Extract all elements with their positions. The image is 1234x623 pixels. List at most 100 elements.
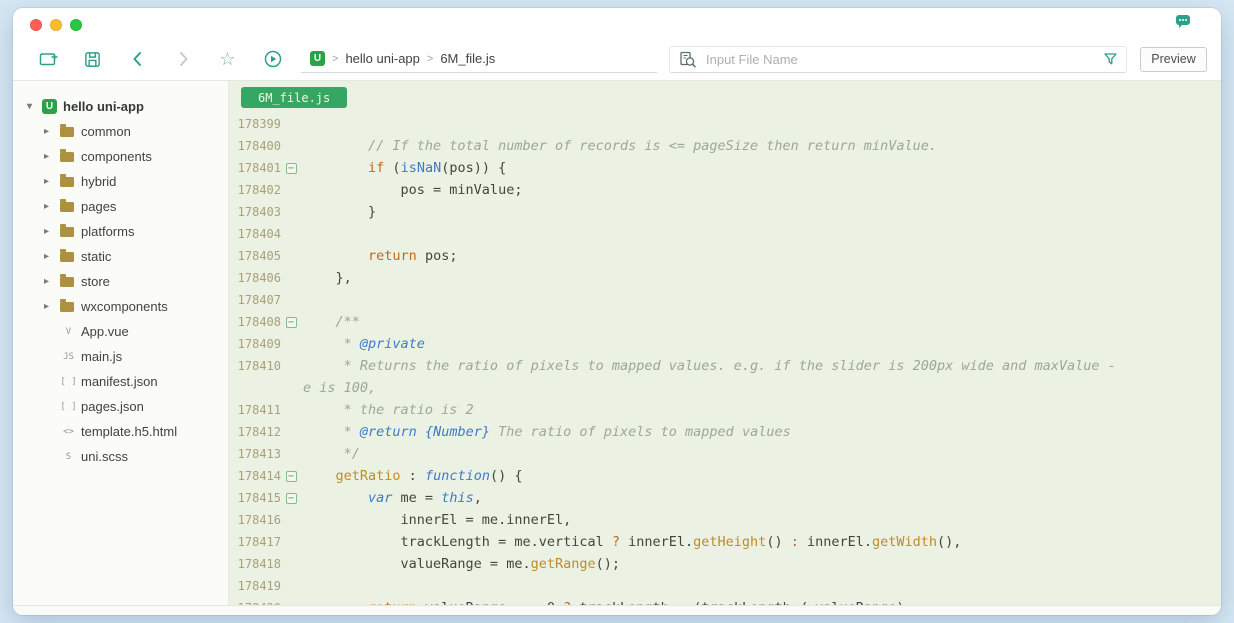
tree-item-label: store xyxy=(81,274,110,289)
chevron-right-icon[interactable]: ▸ xyxy=(44,226,59,237)
tree-item-wxcomponents[interactable]: ▸ wxcomponents xyxy=(13,294,228,319)
tree-item-static[interactable]: ▸static xyxy=(13,244,228,269)
chevron-right-icon[interactable]: ▸ xyxy=(44,126,59,137)
tree-item-main-js[interactable]: JSmain.js xyxy=(13,344,228,369)
code-line: 178411 * the ratio is 2 xyxy=(229,399,1221,421)
folder-icon xyxy=(60,127,74,137)
fold-marker-icon[interactable] xyxy=(281,471,301,482)
back-button[interactable] xyxy=(115,42,160,76)
filter-icon[interactable] xyxy=(1103,52,1118,66)
line-number: 178412 xyxy=(229,425,281,439)
tree-item-label: wxcomponents xyxy=(81,299,168,314)
save-button[interactable] xyxy=(70,42,115,76)
tree-item-components[interactable]: ▸ components xyxy=(13,144,228,169)
tree-item-hybrid[interactable]: ▸ hybrid xyxy=(13,169,228,194)
uniapp-logo-icon: U xyxy=(42,99,57,114)
json-file-icon: [ ] xyxy=(60,402,77,412)
star-icon: ☆ xyxy=(219,50,235,68)
app-window: ☆ U > hello uni-app > 6M_file.js xyxy=(13,8,1221,615)
line-number: 178417 xyxy=(229,535,281,549)
minimize-button[interactable] xyxy=(50,19,62,31)
line-number: 178415 xyxy=(229,491,281,505)
tree-item-label: pages xyxy=(81,199,116,214)
code-text[interactable]: * @private xyxy=(301,336,425,352)
fold-marker-icon[interactable] xyxy=(281,317,301,328)
line-number: 178413 xyxy=(229,447,281,461)
traffic-lights xyxy=(30,19,82,31)
tree-item-pages[interactable]: ▸ pages xyxy=(13,194,228,219)
breadcrumb-file[interactable]: 6M_file.js xyxy=(440,51,495,66)
line-number: 178411 xyxy=(229,403,281,417)
code-text[interactable]: * @return {Number} The ratio of pixels t… xyxy=(301,424,791,440)
tree-item-app-vue[interactable]: VApp.vue xyxy=(13,319,228,344)
line-number: 178407 xyxy=(229,293,281,307)
chevron-right-icon[interactable]: ▸ xyxy=(44,201,59,212)
tree-item-hello-uni-app[interactable]: ▾Uhello uni-app xyxy=(13,94,228,119)
main-area: ▾Uhello uni-app ▸ common ▸ components ▸ hybrid… xyxy=(13,81,1221,605)
code-text[interactable]: trackLength = me.vertical ? innerEl.getH… xyxy=(301,534,961,550)
tree-item-label: App.vue xyxy=(81,324,129,339)
chevron-down-icon[interactable]: ▾ xyxy=(27,101,42,112)
line-number: 178409 xyxy=(229,337,281,351)
tree-item-label: hybrid xyxy=(81,174,116,189)
code-line: 178409 * @private xyxy=(229,333,1221,355)
search-input[interactable] xyxy=(704,51,1096,68)
code-line: 178400 // If the total number of records… xyxy=(229,135,1221,157)
code-text[interactable]: /** xyxy=(301,314,360,330)
tree-item-store[interactable]: ▸ store xyxy=(13,269,228,294)
new-project-button[interactable] xyxy=(25,42,70,76)
code-text[interactable]: pos = minValue; xyxy=(301,182,522,198)
forward-button[interactable] xyxy=(160,42,205,76)
run-button[interactable] xyxy=(250,42,295,76)
breadcrumb-separator: > xyxy=(427,53,433,65)
code-line: 178408 /** xyxy=(229,311,1221,333)
scss-file-icon: S xyxy=(60,452,77,462)
tree-item-uni-scss[interactable]: Suni.scss xyxy=(13,444,228,469)
code-text[interactable]: if (isNaN(pos)) { xyxy=(301,160,506,176)
code-text[interactable]: } xyxy=(301,204,376,220)
code-line: 178413 */ xyxy=(229,443,1221,465)
chevron-right-icon[interactable]: ▸ xyxy=(44,301,59,312)
chevron-right-icon[interactable]: ▸ xyxy=(44,276,59,287)
code-text[interactable]: */ xyxy=(301,446,360,462)
favorite-button[interactable]: ☆ xyxy=(205,42,250,76)
tree-item-label: common xyxy=(81,124,131,139)
breadcrumb-separator: > xyxy=(332,53,338,65)
code-text[interactable]: innerEl = me.innerEl, xyxy=(301,512,571,528)
code-text[interactable]: // If the total number of records is <= … xyxy=(301,138,937,154)
bottom-scrollbar-strip[interactable] xyxy=(13,605,1221,615)
chevron-right-icon[interactable]: ▸ xyxy=(44,251,59,262)
code-text[interactable]: e is 100, xyxy=(301,380,376,396)
tree-item-platforms[interactable]: ▸platforms xyxy=(13,219,228,244)
code-text[interactable]: * the ratio is 2 xyxy=(301,402,474,418)
chevron-right-icon[interactable]: ▸ xyxy=(44,151,59,162)
json-file-icon: [ ] xyxy=(60,377,77,387)
tree-item-manifest-json[interactable]: [ ]manifest.json xyxy=(13,369,228,394)
code-text[interactable]: return pos; xyxy=(301,248,457,264)
code-text[interactable]: getRatio : function() { xyxy=(301,468,522,484)
tree-item-pages-json[interactable]: [ ]pages.json xyxy=(13,394,228,419)
save-icon xyxy=(83,50,102,69)
folder-icon xyxy=(60,252,74,262)
fold-marker-icon[interactable] xyxy=(281,163,301,174)
close-button[interactable] xyxy=(30,19,42,31)
folder-icon xyxy=(60,152,74,162)
fold-marker-icon[interactable] xyxy=(281,493,301,504)
tree-item-common[interactable]: ▸ common xyxy=(13,119,228,144)
breadcrumb-project[interactable]: hello uni-app xyxy=(345,51,419,66)
code-text[interactable]: valueRange = me.getRange(); xyxy=(301,556,620,572)
tab-6m-file-js[interactable]: 6M_file.js xyxy=(241,87,347,108)
new-project-icon xyxy=(38,50,58,69)
code-text[interactable]: var me = this, xyxy=(301,490,482,506)
zoom-button[interactable] xyxy=(70,19,82,31)
code-text[interactable]: * Returns the ratio of pixels to mapped … xyxy=(301,358,1116,374)
chevron-right-icon[interactable]: ▸ xyxy=(44,176,59,187)
titlebar xyxy=(13,8,1221,38)
tree-item-template-h5-html[interactable]: <>template.h5.html xyxy=(13,419,228,444)
tree-item-label: components xyxy=(81,149,152,164)
preview-button[interactable]: Preview xyxy=(1140,47,1207,72)
code-text[interactable]: }, xyxy=(301,270,352,286)
line-number: 178404 xyxy=(229,227,281,241)
feedback-icon[interactable] xyxy=(1176,15,1191,28)
line-number: 178419 xyxy=(229,579,281,593)
